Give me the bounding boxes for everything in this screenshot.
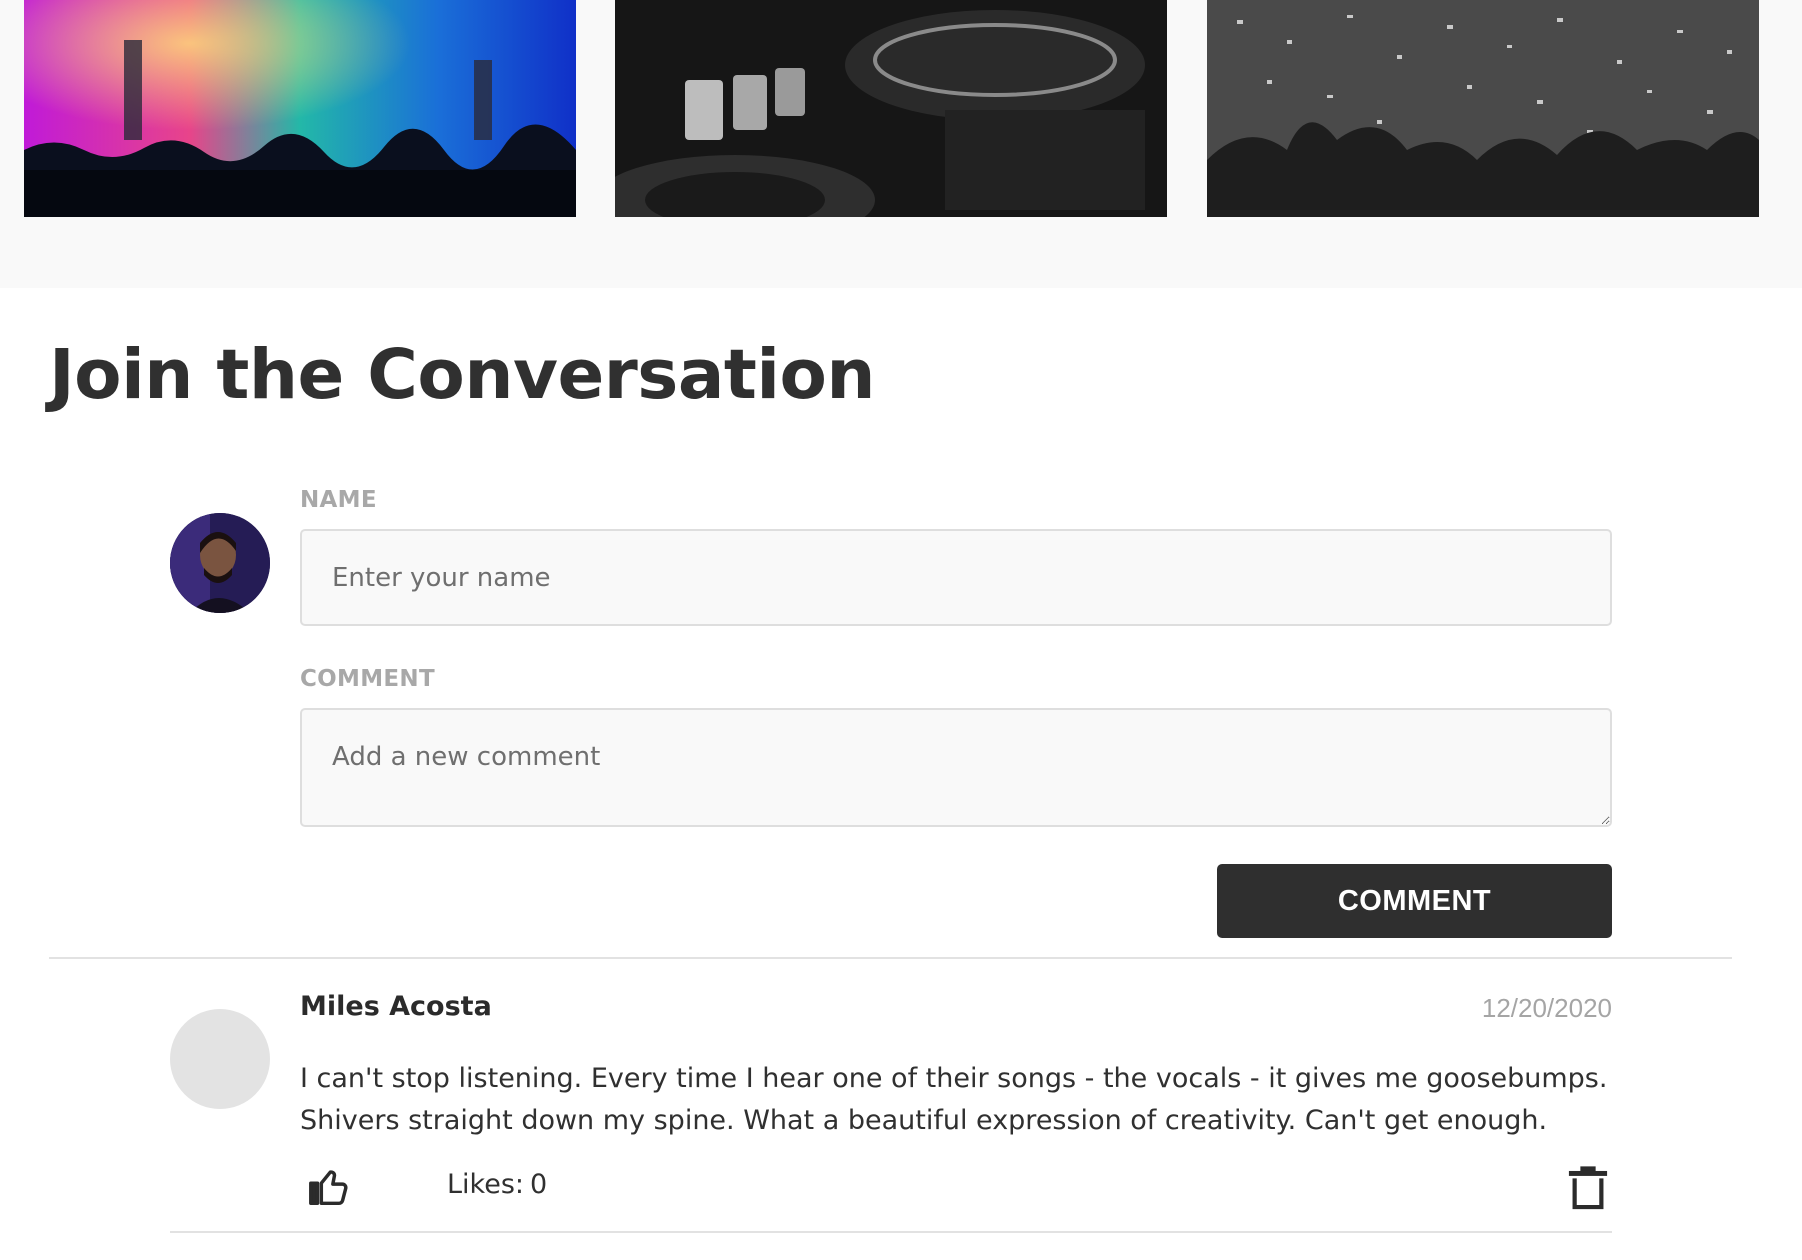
dj-turntable-photo[interactable] (615, 0, 1167, 217)
concert-stage-photo[interactable] (24, 0, 576, 217)
name-label: NAME (300, 487, 377, 513)
thumbs-up-icon[interactable] (306, 1164, 352, 1210)
name-input[interactable] (300, 529, 1612, 626)
user-avatar-image (170, 513, 270, 613)
photo-gallery (0, 0, 1802, 288)
comment-submit-button[interactable]: COMMENT (1217, 864, 1612, 938)
comment-label: COMMENT (300, 666, 435, 692)
comment-divider (170, 1231, 1612, 1233)
concert-stage-image (24, 0, 576, 217)
commenter-avatar-placeholder (170, 1009, 270, 1109)
comment-textarea[interactable] (300, 708, 1612, 827)
likes-label: Likes: (447, 1169, 524, 1200)
section-divider (49, 957, 1732, 959)
comment-text: I can't stop listening. Every time I hea… (300, 1063, 1608, 1136)
confetti-crowd-photo[interactable] (1207, 0, 1759, 217)
dj-turntable-image (615, 0, 1167, 217)
page-title: Join the Conversation (49, 335, 876, 415)
likes-count: Likes: 0 (447, 1169, 547, 1200)
comment-author: Miles Acosta (300, 991, 492, 1022)
confetti-crowd-image (1207, 0, 1759, 217)
comment-date: 12/20/2020 (1481, 993, 1612, 1023)
trash-icon[interactable] (1567, 1164, 1609, 1210)
user-avatar (170, 513, 270, 613)
likes-number: 0 (530, 1169, 548, 1200)
